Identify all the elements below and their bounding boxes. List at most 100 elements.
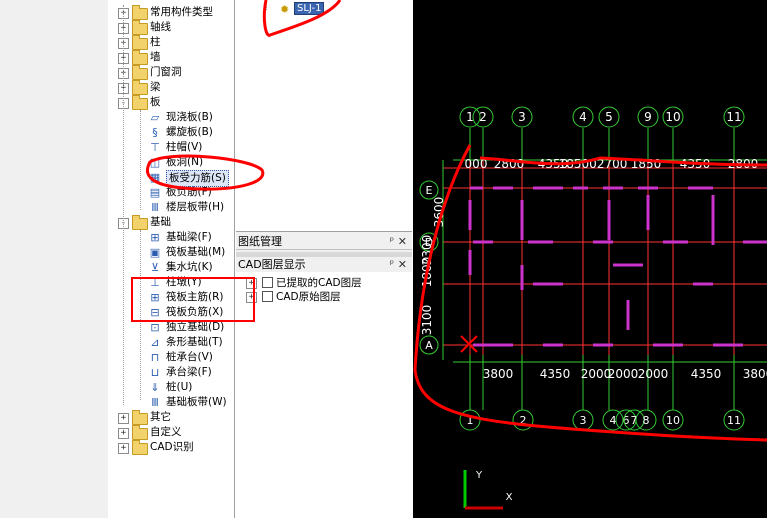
tree-item-foundation-0[interactable]: ⊞ 基础梁(F) bbox=[108, 230, 234, 245]
axis-label-top: 4 bbox=[579, 110, 587, 124]
tree-item-label: 其它 bbox=[150, 411, 171, 423]
expand-icon[interactable]: + bbox=[118, 443, 129, 454]
raft-foundation-icon: ▣ bbox=[149, 246, 161, 259]
layer-checkbox-extracted[interactable] bbox=[262, 277, 273, 288]
tree-item-label: 筏板负筋(X) bbox=[166, 306, 224, 318]
pile-cap-icon: ⊓ bbox=[150, 351, 160, 364]
close-icon[interactable]: ✕ bbox=[398, 258, 407, 272]
folder-icon bbox=[132, 80, 148, 95]
dimension-text-top: 4350 bbox=[680, 157, 711, 171]
layer-checkbox-original[interactable] bbox=[262, 291, 273, 302]
expand-icon[interactable]: + bbox=[246, 278, 257, 289]
tree-item-foundation-4[interactable]: ⊞ 筏板主筋(R) bbox=[108, 290, 234, 305]
close-icon[interactable]: ✕ bbox=[398, 235, 407, 249]
tree-item-foundation-3[interactable]: ⊥ 柱墩(Y) bbox=[108, 275, 234, 290]
tree-item-board-1[interactable]: § 螺旋板(B) bbox=[108, 125, 234, 140]
middle-panel: ✹ SLJ-1 图纸管理 ᵖ ✕ CAD图层显示 ᵖ ✕ + 已提取的CAD图层… bbox=[236, 0, 412, 518]
cad-drawing-canvas[interactable]: 1 2 3 4 5 9 10 11 1 2 3 4 6 7 8 10 11 E D A 000 2800 4350 18500… bbox=[413, 0, 767, 518]
tree-item-label: 筏板主筋(R) bbox=[166, 291, 224, 303]
tree-item-foundation-8[interactable]: ⊓ 桩承台(V) bbox=[108, 350, 234, 365]
sump-icon: ⊻ bbox=[150, 261, 160, 274]
tree-folder-bottom-2[interactable]: + CAD识别 bbox=[108, 440, 234, 455]
component-tree-panel[interactable]: + 常用构件类型 + 轴线 + 柱 + 墙 + 门窗洞 + 梁 - 板 ▱ 现浇板(B) § 螺旋板(B) ⊤ 柱帽(… bbox=[108, 0, 235, 518]
component-list-panel[interactable]: ✹ SLJ-1 bbox=[236, 0, 412, 232]
tree-folder-bottom-1[interactable]: + 自定义 bbox=[108, 425, 234, 440]
tree-item-label: 楼层板带(H) bbox=[166, 201, 225, 213]
axis-label-top: 11 bbox=[726, 110, 741, 124]
raft-negative-rebar-icon: ⊟ bbox=[150, 306, 160, 319]
tree-folder-3[interactable]: + 墙 bbox=[108, 50, 234, 65]
dimension-text-bottom: 4350 bbox=[540, 367, 571, 381]
slab-icon: ▱ bbox=[150, 111, 160, 124]
tree-item-label: 集水坑(K) bbox=[166, 261, 213, 273]
folder-icon bbox=[132, 215, 148, 230]
tree-item-label: 柱帽(V) bbox=[166, 141, 203, 153]
drawing-manager-title: 图纸管理 bbox=[238, 235, 282, 248]
tree-folder-6[interactable]: -板 bbox=[108, 95, 234, 110]
floor-strip-icon: Ⅲ bbox=[151, 201, 159, 214]
cad-layers-title: CAD图层显示 bbox=[238, 258, 306, 271]
foundation-beam-icon: ⊞ bbox=[150, 231, 160, 244]
tree-item-board-6[interactable]: Ⅲ 楼层板带(H) bbox=[108, 200, 234, 215]
tree-item-label: 板负筋(F) bbox=[166, 186, 212, 198]
tree-item-label: 桩承台(V) bbox=[166, 351, 213, 363]
axis-label-bottom: 4 bbox=[610, 414, 617, 427]
dimension-text-top: 2800 bbox=[728, 157, 759, 171]
cad-drawing[interactable]: 1 2 3 4 5 9 10 111 2 3 4 6 7 8 10 11EDA000 2800 435018500… bbox=[413, 0, 767, 518]
tree-item-foundation-7[interactable]: ⊿ 条形基础(T) bbox=[108, 335, 234, 350]
tree-item-label: 自定义 bbox=[150, 426, 182, 438]
tree-folder-1[interactable]: + 轴线 bbox=[108, 20, 234, 35]
pile-icon: ⇓ bbox=[150, 381, 160, 394]
folder-icon bbox=[132, 65, 148, 80]
tree-folder-0[interactable]: + 常用构件类型 bbox=[108, 5, 234, 20]
dimension-text-top: 185002700 bbox=[559, 157, 628, 171]
tree-item-foundation-9[interactable]: ⊔ 承台梁(F) bbox=[108, 365, 234, 380]
tree-item-label: 板 bbox=[150, 96, 161, 108]
isolated-foundation-icon: ⊡ bbox=[150, 321, 160, 334]
axis-label-top: 5 bbox=[605, 110, 613, 124]
tree-item-board-5[interactable]: ▤ 板负筋(F) bbox=[108, 185, 234, 200]
axis-label-bottom: 3 bbox=[580, 414, 587, 427]
axis-label-left: E bbox=[426, 184, 433, 197]
tree-item-board-4[interactable]: ▦ 板受力筋(S) bbox=[108, 170, 234, 187]
tree-item-foundation-11[interactable]: Ⅲ 基础板带(W) bbox=[108, 395, 234, 410]
tree-item-board-3[interactable]: ◫ 板洞(N) bbox=[108, 155, 234, 170]
axis-label-left: A bbox=[425, 339, 433, 352]
spiral-slab-icon: § bbox=[152, 126, 158, 139]
slab-hole-icon: ◫ bbox=[149, 156, 161, 169]
tree-item-board-0[interactable]: ▱ 现浇板(B) bbox=[108, 110, 234, 125]
tree-item-foundation-6[interactable]: ⊡ 独立基础(D) bbox=[108, 320, 234, 335]
tree-item-label: 柱墩(Y) bbox=[166, 276, 202, 288]
tree-folder-2[interactable]: + 柱 bbox=[108, 35, 234, 50]
slj-item-icon: ✹ bbox=[280, 3, 290, 16]
cap-beam-icon: ⊔ bbox=[150, 366, 160, 379]
tree-connector bbox=[140, 110, 141, 210]
tree-item-label: 螺旋板(B) bbox=[166, 126, 213, 138]
tree-item-board-2[interactable]: ⊤ 柱帽(V) bbox=[108, 140, 234, 155]
tree-item-foundation-10[interactable]: ⇓ 桩(U) bbox=[108, 380, 234, 395]
column-cap-icon: ⊤ bbox=[150, 141, 160, 154]
tree-item-label: 板洞(N) bbox=[166, 156, 204, 168]
splitter[interactable] bbox=[236, 252, 412, 257]
expand-icon[interactable]: + bbox=[118, 413, 129, 424]
tree-item-label: 墙 bbox=[150, 51, 161, 63]
expand-icon[interactable]: + bbox=[118, 428, 129, 439]
tree-item-foundation-5[interactable]: ⊟ 筏板负筋(X) bbox=[108, 305, 234, 320]
tree-item-foundation-2[interactable]: ⊻ 集水坑(K) bbox=[108, 260, 234, 275]
pin-icon[interactable]: ᵖ bbox=[390, 235, 394, 249]
tree-folder-4[interactable]: + 门窗洞 bbox=[108, 65, 234, 80]
tree-folder-foundation[interactable]: - 基础 bbox=[108, 215, 234, 230]
dimension-text-bottom: 3800 bbox=[483, 367, 514, 381]
tree-folder-5[interactable]: + 梁 bbox=[108, 80, 234, 95]
tree-item-label: 梁 bbox=[150, 81, 161, 93]
axis-label-top: 10 bbox=[665, 110, 680, 124]
tree-item-label: 基础梁(F) bbox=[166, 231, 212, 243]
dimension-text-left: 3600 bbox=[432, 197, 446, 228]
tree-item-foundation-1[interactable]: ▣ 筏板基础(M) bbox=[108, 245, 234, 260]
expand-icon[interactable]: + bbox=[246, 292, 257, 303]
pin-icon[interactable]: ᵖ bbox=[390, 258, 394, 272]
axis-label-bottom: 2 bbox=[520, 414, 527, 427]
tree-folder-bottom-0[interactable]: + 其它 bbox=[108, 410, 234, 425]
component-item-slj1[interactable]: SLJ-1 bbox=[294, 2, 325, 15]
tree-item-label: 基础 bbox=[150, 216, 171, 228]
